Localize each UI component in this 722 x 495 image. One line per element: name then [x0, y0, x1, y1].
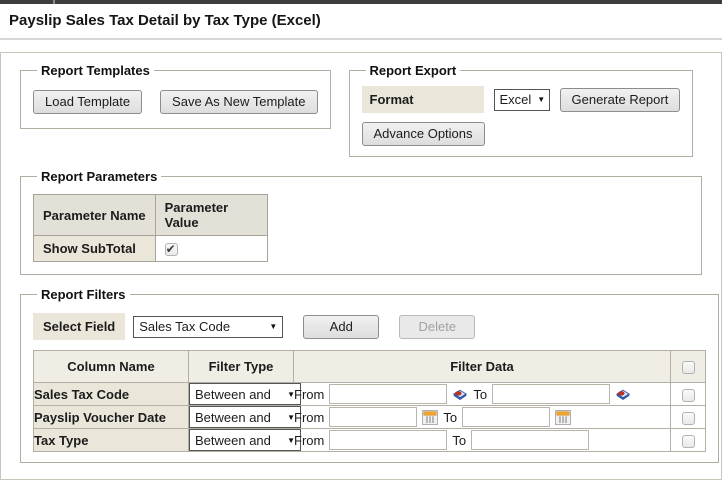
report-templates-legend: Report Templates [41, 63, 150, 78]
filter-type-header: Filter Type [188, 350, 294, 384]
filter-to-input[interactable] [492, 384, 611, 405]
parameters-header-row: Parameter Name Parameter Value [33, 194, 268, 236]
filter-type-select[interactable]: Between and ▼ [189, 383, 301, 406]
add-filter-button[interactable]: Add [303, 314, 380, 339]
lookup-icon[interactable] [452, 386, 468, 402]
format-select[interactable]: Excel ▼ [493, 88, 550, 111]
format-label: Format [361, 86, 484, 113]
parameter-value-header: Parameter Value [154, 194, 268, 236]
parameters-table: Parameter Name Parameter Value Show SubT… [33, 194, 268, 263]
table-row: Show SubTotal [33, 234, 268, 263]
parameter-name-header: Parameter Name [33, 194, 156, 236]
report-filters-section: Report Filters Select Field Sales Tax Co… [20, 287, 719, 464]
from-label: From [294, 409, 325, 425]
browser-chrome-bar [0, 0, 722, 4]
table-row: Sales Tax Code Between and ▼ From To [33, 382, 706, 407]
tab-divider [53, 0, 55, 4]
load-template-button[interactable]: Load Template [33, 90, 143, 114]
advance-options-button[interactable]: Advance Options [361, 122, 485, 146]
table-row: Payslip Voucher Date Between and ▼ From [33, 405, 706, 430]
select-field-label: Select Field [33, 313, 126, 341]
to-label: To [452, 432, 467, 448]
generate-report-button[interactable]: Generate Report [559, 87, 681, 112]
filter-type-value: Between and [195, 409, 271, 425]
filter-from-input[interactable] [329, 384, 448, 405]
report-export-legend: Report Export [369, 63, 457, 78]
lookup-icon[interactable] [615, 386, 631, 402]
report-config-panel: Report Templates Load Template Save As N… [0, 52, 722, 480]
parameter-name-cell: Show SubTotal [33, 234, 156, 263]
filter-type-select[interactable]: Between and ▼ [189, 429, 301, 452]
row-select-checkbox[interactable] [681, 434, 695, 448]
filter-from-input[interactable] [329, 407, 418, 428]
filter-data-header: Filter Data [293, 350, 671, 384]
column-name-header: Column Name [33, 350, 189, 384]
save-as-new-template-button[interactable]: Save As New Template [160, 90, 318, 114]
row-select-checkbox[interactable] [681, 388, 695, 402]
report-parameters-section: Report Parameters Parameter Name Paramet… [20, 169, 702, 276]
show-subtotal-checkbox[interactable] [164, 242, 178, 257]
report-filters-legend: Report Filters [41, 287, 126, 303]
report-parameters-legend: Report Parameters [41, 169, 158, 184]
row-select-checkbox[interactable] [681, 411, 695, 425]
filters-header-row: Column Name Filter Type Filter Data [33, 350, 706, 384]
delete-filter-button[interactable]: Delete [399, 314, 476, 339]
chevron-down-icon: ▼ [269, 322, 278, 332]
filter-from-input[interactable] [329, 430, 448, 451]
select-all-checkbox[interactable] [681, 361, 695, 375]
table-row: Tax Type Between and ▼ From To [33, 428, 706, 453]
filters-table: Column Name Filter Type Filter Data Sale… [33, 350, 706, 453]
filter-type-select[interactable]: Between and ▼ [189, 406, 301, 429]
report-export-section: Report Export Format Excel ▼ Generate Re… [348, 63, 694, 157]
page-title: Payslip Sales Tax Detail by Tax Type (Ex… [0, 4, 722, 40]
filter-row-name: Sales Tax Code [33, 382, 189, 407]
select-field-dropdown[interactable]: Sales Tax Code ▼ [133, 315, 284, 338]
filter-type-value: Between and [195, 432, 271, 448]
filter-row-name: Tax Type [33, 428, 189, 453]
from-label: From [294, 432, 325, 448]
format-select-value: Excel [499, 92, 532, 107]
select-field-value: Sales Tax Code [139, 319, 231, 335]
filter-row-name: Payslip Voucher Date [33, 405, 189, 430]
filter-to-input[interactable] [471, 430, 590, 451]
chevron-down-icon: ▼ [537, 95, 546, 104]
to-label: To [473, 386, 488, 402]
from-label: From [294, 386, 325, 402]
calendar-icon[interactable] [422, 409, 439, 425]
to-label: To [443, 409, 458, 425]
report-templates-section: Report Templates Load Template Save As N… [20, 63, 331, 129]
filter-type-value: Between and [195, 386, 271, 402]
filter-to-input[interactable] [462, 407, 551, 428]
calendar-icon[interactable] [555, 409, 572, 425]
